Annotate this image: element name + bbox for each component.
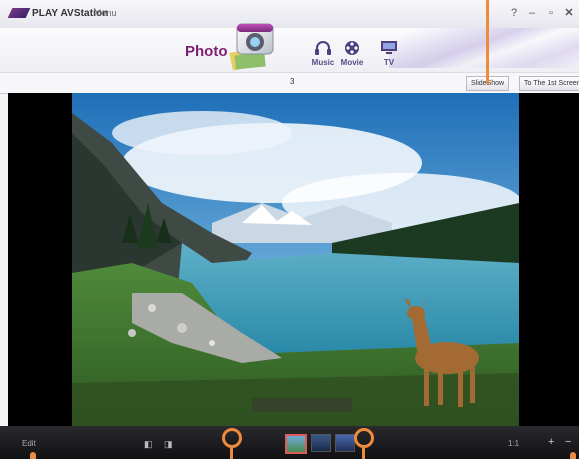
edit-button[interactable]: Edit <box>22 439 36 448</box>
help-button[interactable]: ? <box>507 6 521 20</box>
callout-line-1 <box>230 448 233 459</box>
rotate-left-icon[interactable]: ◧ <box>144 439 153 450</box>
section-title: Photo <box>185 43 228 60</box>
callout-line-2 <box>362 448 365 459</box>
thumbnail-3[interactable] <box>335 434 355 452</box>
title-bar: PLAY AVStation Menu ? – ▫ ✕ <box>0 0 579 29</box>
zoom-level: 1:1 <box>508 439 520 448</box>
page-number: 3 <box>290 77 295 86</box>
menu-button[interactable]: Menu <box>94 8 117 18</box>
headphones-icon <box>315 41 331 55</box>
rotate-right-icon[interactable]: ◨ <box>164 439 173 450</box>
app-window: PLAY AVStation Menu ? – ▫ ✕ Photo Music … <box>0 0 579 459</box>
callout-marker-zoom <box>570 452 576 459</box>
tab-tv-label: TV <box>383 58 395 67</box>
tab-movie-label: Movie <box>340 58 364 67</box>
thumbnail-2[interactable] <box>311 434 331 452</box>
photo-viewer[interactable] <box>8 93 579 426</box>
camera-icon <box>229 23 274 70</box>
app-logo-icon <box>7 8 31 18</box>
bottom-control-bar: Edit ◧ ◨ 1:1 + − <box>0 426 579 459</box>
callout-marker-edit <box>30 452 36 459</box>
zoom-out-button[interactable]: − <box>565 436 571 448</box>
landscape-photo <box>72 93 519 426</box>
zoom-in-button[interactable]: + <box>548 436 554 448</box>
callout-line-slideshow <box>486 0 489 84</box>
photo-toolbar: 3 SlideShow To The 1st Screen <box>0 72 579 94</box>
thumbnail-1[interactable] <box>285 434 307 454</box>
callout-marker-2 <box>354 428 374 448</box>
restore-button[interactable]: ▫ <box>544 6 558 20</box>
close-button[interactable]: ✕ <box>562 6 576 20</box>
monitor-icon <box>381 41 397 54</box>
tab-tv[interactable]: TV <box>369 40 409 67</box>
tab-movie[interactable]: Movie <box>332 40 372 67</box>
header-decoration <box>389 28 579 68</box>
minimize-button[interactable]: – <box>525 6 539 20</box>
callout-marker-1 <box>222 428 242 448</box>
first-screen-button[interactable]: To The 1st Screen <box>519 76 579 91</box>
film-reel-icon <box>345 41 359 55</box>
mode-header <box>0 28 579 72</box>
